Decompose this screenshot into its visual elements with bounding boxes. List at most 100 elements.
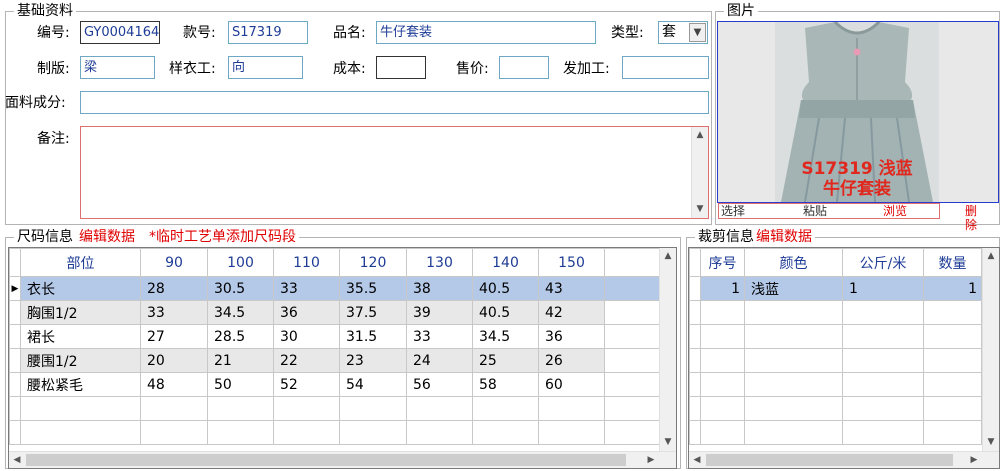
table-row[interactable]: 腰围1/2 20 21 22 23 24 25 26 (9, 348, 664, 373)
table-row[interactable]: 腰松紧毛 48 50 52 54 56 58 60 (9, 372, 664, 397)
photo-paste-button[interactable]: 粘贴 (803, 204, 827, 218)
table-cell[interactable]: 24 (406, 348, 473, 373)
table-cell[interactable]: 胸围1/2 (20, 300, 141, 325)
table-cell[interactable]: 22 (273, 348, 340, 373)
scroll-down-icon[interactable]: ▼ (660, 434, 676, 451)
type-select[interactable]: 套 ▼ (658, 21, 708, 44)
table-cell[interactable]: 浅蓝 (744, 276, 843, 301)
photo-browse-button[interactable]: 浏览 (883, 204, 907, 218)
table-cell[interactable]: 30 (273, 324, 340, 349)
table-cell[interactable]: 48 (140, 372, 208, 397)
table-cell[interactable]: 28.5 (207, 324, 274, 349)
cost-field[interactable] (376, 56, 426, 79)
table-cell[interactable]: 20 (140, 348, 208, 373)
table-cell[interactable]: 26 (538, 348, 605, 373)
fabric-field[interactable] (80, 91, 709, 114)
table-cell[interactable]: 60 (538, 372, 605, 397)
table-row[interactable]: ▶ 衣长 28 30.5 33 35.5 38 40.5 43 (9, 276, 664, 301)
table-cell[interactable]: 30.5 (207, 276, 274, 301)
size-edit-link[interactable]: 编辑数据 (79, 229, 135, 245)
table-cell[interactable]: 33 (140, 300, 208, 325)
table-cell[interactable]: 42 (538, 300, 605, 325)
scroll-right-icon[interactable]: ▶ (966, 452, 982, 468)
cut-grid[interactable]: 序号 颜色 公斤/米 数量 1 浅蓝 1 1 ▲ ▼ ◀ ▶ (688, 247, 1000, 469)
size-grid-vscroll[interactable]: ▲ ▼ (659, 248, 676, 451)
table-cell[interactable]: 54 (339, 372, 407, 397)
table-cell[interactable]: 40.5 (472, 276, 539, 301)
table-cell[interactable]: 1 (700, 276, 745, 301)
size-col-header[interactable]: 150 (538, 248, 605, 277)
scroll-up-icon[interactable]: ▲ (692, 127, 708, 144)
chevron-down-icon[interactable]: ▼ (689, 23, 706, 42)
scroll-left-icon[interactable]: ◀ (689, 452, 705, 468)
cut-grid-hscroll[interactable]: ◀ ▶ (689, 451, 999, 468)
table-cell[interactable]: 52 (273, 372, 340, 397)
table-cell[interactable]: 27 (140, 324, 208, 349)
table-row[interactable]: 裙长 27 28.5 30 31.5 33 34.5 36 (9, 324, 664, 349)
scroll-up-icon[interactable]: ▲ (983, 248, 999, 265)
table-cell[interactable]: 43 (538, 276, 605, 301)
table-cell[interactable]: 34.5 (207, 300, 274, 325)
table-cell[interactable]: 36 (538, 324, 605, 349)
table-cell[interactable]: 23 (339, 348, 407, 373)
cut-grid-hscroll-thumb[interactable] (706, 454, 953, 466)
table-cell[interactable]: 1 (842, 276, 924, 301)
remark-memo[interactable]: ▲ ▼ (80, 126, 709, 219)
table-cell[interactable]: 39 (406, 300, 473, 325)
table-cell[interactable]: 腰松紧毛 (20, 372, 141, 397)
table-cell[interactable]: 40.5 (472, 300, 539, 325)
table-cell[interactable]: 33 (273, 276, 340, 301)
size-grid-hscroll-thumb[interactable] (26, 454, 626, 466)
cut-col-header[interactable]: 数量 (923, 248, 982, 277)
size-add-segment-link[interactable]: *临时工艺单添加尺码段 (149, 229, 296, 245)
cut-col-header[interactable]: 公斤/米 (842, 248, 924, 277)
table-row[interactable]: 1 浅蓝 1 1 (689, 276, 982, 301)
table-cell[interactable]: 25 (472, 348, 539, 373)
scroll-right-icon[interactable]: ▶ (643, 452, 659, 468)
cut-col-header[interactable]: 序号 (700, 248, 745, 277)
cut-edit-link[interactable]: 编辑数据 (756, 229, 812, 245)
photo-select-button[interactable]: 选择 (721, 204, 745, 218)
table-cell[interactable]: 31.5 (339, 324, 407, 349)
table-cell[interactable]: 33 (406, 324, 473, 349)
cut-col-header[interactable]: 颜色 (744, 248, 843, 277)
code-field[interactable]: GY0004164 (80, 21, 160, 44)
size-col-header[interactable]: 部位 (20, 248, 141, 277)
process-field[interactable] (622, 56, 709, 79)
size-col-header[interactable]: 120 (339, 248, 407, 277)
table-cell[interactable]: 56 (406, 372, 473, 397)
size-col-header[interactable]: 90 (140, 248, 208, 277)
sample-field[interactable]: 向 (228, 56, 303, 79)
size-col-header[interactable]: 130 (406, 248, 473, 277)
pattern-field[interactable]: 梁 (80, 56, 155, 79)
photo-delete-button[interactable]: 删除 (965, 204, 977, 232)
size-col-header[interactable]: 110 (273, 248, 340, 277)
scroll-down-icon[interactable]: ▼ (692, 201, 708, 218)
table-cell[interactable]: 37.5 (339, 300, 407, 325)
scroll-up-icon[interactable]: ▲ (660, 248, 676, 265)
style-field[interactable]: S17319 (228, 21, 308, 44)
size-col-header[interactable]: 100 (207, 248, 274, 277)
size-grid-hscroll[interactable]: ◀ ▶ (9, 451, 676, 468)
table-cell[interactable]: 21 (207, 348, 274, 373)
table-cell[interactable]: 28 (140, 276, 208, 301)
size-grid[interactable]: 部位 90 100 110 120 130 140 150 ▶ 衣长 28 30… (8, 247, 677, 469)
table-cell[interactable]: 1 (923, 276, 982, 301)
table-cell[interactable]: 58 (472, 372, 539, 397)
table-cell[interactable]: 35.5 (339, 276, 407, 301)
size-col-header[interactable]: 140 (472, 248, 539, 277)
scroll-down-icon[interactable]: ▼ (983, 434, 999, 451)
table-row[interactable]: 胸围1/2 33 34.5 36 37.5 39 40.5 42 (9, 300, 664, 325)
table-cell[interactable]: 36 (273, 300, 340, 325)
name-field[interactable]: 牛仔套装 (376, 21, 596, 44)
table-cell[interactable]: 腰围1/2 (20, 348, 141, 373)
table-cell[interactable]: 34.5 (472, 324, 539, 349)
remark-scrollbar[interactable]: ▲ ▼ (691, 127, 708, 218)
table-cell[interactable]: 裙长 (20, 324, 141, 349)
table-cell[interactable]: 38 (406, 276, 473, 301)
table-cell[interactable]: 50 (207, 372, 274, 397)
price-field[interactable] (499, 56, 549, 79)
scroll-left-icon[interactable]: ◀ (9, 452, 25, 468)
cut-grid-vscroll[interactable]: ▲ ▼ (982, 248, 999, 451)
table-cell[interactable]: 衣长 (20, 276, 141, 301)
